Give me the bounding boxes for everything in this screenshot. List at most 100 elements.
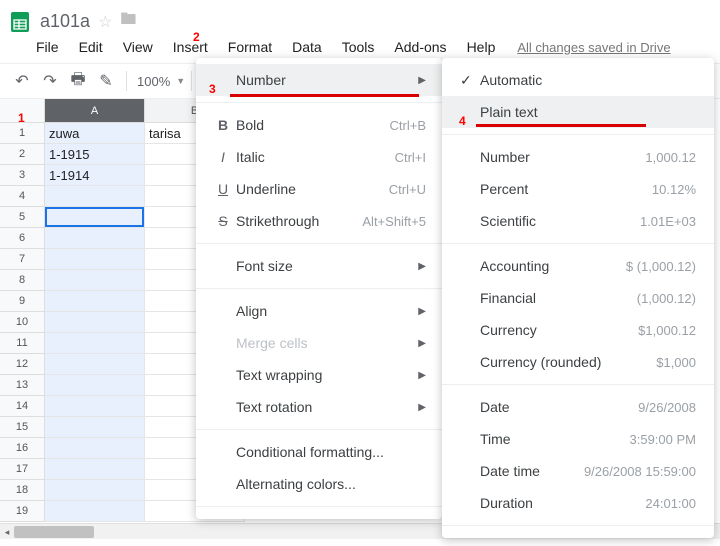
row-header[interactable]: 4 (0, 186, 45, 207)
shortcut: Ctrl+I (395, 150, 426, 165)
undo-icon[interactable]: ↶ (8, 71, 36, 91)
label: Date time (480, 463, 584, 479)
row-header[interactable]: 10 (0, 312, 45, 333)
folder-icon[interactable]: 🖿 (120, 8, 136, 35)
row-header[interactable]: 9 (0, 291, 45, 312)
numfmt-accounting[interactable]: Accounting $ (1,000.12) (442, 250, 714, 282)
annotation-1: 1 (18, 111, 25, 125)
sheets-logo-icon (8, 10, 32, 34)
row-header[interactable]: 5 (0, 207, 45, 228)
submenu-arrow-icon: ▶ (418, 338, 426, 349)
menu-format[interactable]: Format (226, 37, 274, 57)
menu-edit[interactable]: Edit (77, 37, 105, 57)
row-header[interactable]: 15 (0, 417, 45, 438)
numfmt-percent[interactable]: Percent 10.12% (442, 173, 714, 205)
row-header[interactable]: 6 (0, 228, 45, 249)
cell[interactable]: 1-1914 (45, 165, 145, 186)
example: 1.01E+03 (640, 214, 696, 229)
menu-addons[interactable]: Add-ons (392, 37, 448, 57)
cell[interactable] (45, 291, 145, 312)
shortcut: Ctrl+U (389, 182, 426, 197)
row-header[interactable]: 19 (0, 501, 45, 522)
menu-file[interactable]: File (34, 37, 61, 57)
row-header[interactable]: 2 (0, 144, 45, 165)
menu-help[interactable]: Help (465, 37, 498, 57)
shortcut: Alt+Shift+5 (362, 214, 426, 229)
doc-title[interactable]: a101a (40, 11, 90, 32)
example: $1,000.12 (638, 323, 696, 338)
chevron-down-icon: ▼ (176, 76, 185, 86)
zoom-select[interactable]: 100% ▼ (137, 74, 185, 89)
format-underline[interactable]: U Underline Ctrl+U (196, 173, 442, 205)
label: Automatic (480, 72, 696, 88)
format-conditional[interactable]: Conditional formatting... (196, 436, 442, 468)
cell[interactable] (45, 228, 145, 249)
row-header[interactable]: 11 (0, 333, 45, 354)
column-header-a[interactable]: A (45, 99, 145, 123)
annotation-line-3 (230, 94, 419, 97)
menu-tools[interactable]: Tools (340, 37, 377, 57)
row-header[interactable]: 12 (0, 354, 45, 375)
label: Duration (480, 495, 645, 511)
menu-view[interactable]: View (121, 37, 155, 57)
label: Scientific (480, 213, 640, 229)
paint-format-icon[interactable]: ✎ (92, 71, 120, 91)
cell[interactable] (45, 207, 145, 228)
cell[interactable] (45, 459, 145, 480)
print-icon[interactable]: 🖶 (64, 68, 92, 95)
cell[interactable]: 1-1915 (45, 144, 145, 165)
numfmt-financial[interactable]: Financial (1,000.12) (442, 282, 714, 314)
row-header[interactable]: 17 (0, 459, 45, 480)
format-alternating[interactable]: Alternating colors... (196, 468, 442, 500)
menu-insert[interactable]: Insert (171, 37, 210, 57)
format-rotate[interactable]: Text rotation ▶ (196, 391, 442, 423)
row-header[interactable]: 14 (0, 396, 45, 417)
cell[interactable] (45, 438, 145, 459)
numfmt-automatic[interactable]: ✓ Automatic (442, 64, 714, 96)
numfmt-datetime[interactable]: Date time 9/26/2008 15:59:00 (442, 455, 714, 487)
format-italic[interactable]: I Italic Ctrl+I (196, 141, 442, 173)
format-strikethrough[interactable]: S Strikethrough Alt+Shift+5 (196, 205, 442, 237)
scroll-left-icon[interactable]: ◂ (0, 524, 14, 540)
cell[interactable] (45, 375, 145, 396)
row-header[interactable]: 18 (0, 480, 45, 501)
cell[interactable] (45, 249, 145, 270)
example: $1,000 (656, 355, 696, 370)
label: Conditional formatting... (236, 444, 426, 460)
format-wrap[interactable]: Text wrapping ▶ (196, 359, 442, 391)
format-align[interactable]: Align ▶ (196, 295, 442, 327)
cell[interactable]: zuwa (45, 123, 145, 144)
row-header[interactable]: 16 (0, 438, 45, 459)
format-fontsize[interactable]: Font size ▶ (196, 250, 442, 282)
cell[interactable] (45, 396, 145, 417)
numfmt-currency[interactable]: Currency $1,000.12 (442, 314, 714, 346)
cell[interactable] (45, 501, 145, 522)
bold-icon: B (210, 117, 236, 133)
cell[interactable] (45, 480, 145, 501)
numfmt-number[interactable]: Number 1,000.12 (442, 141, 714, 173)
save-status[interactable]: All changes saved in Drive (517, 40, 670, 55)
format-number[interactable]: Number ▶ (196, 64, 442, 96)
cell[interactable] (45, 270, 145, 291)
numfmt-scientific[interactable]: Scientific 1.01E+03 (442, 205, 714, 237)
strike-icon: S (210, 213, 236, 229)
cell[interactable] (45, 312, 145, 333)
format-bold[interactable]: B Bold Ctrl+B (196, 109, 442, 141)
star-icon[interactable]: ☆ (98, 12, 112, 32)
redo-icon[interactable]: ↷ (36, 71, 64, 91)
numfmt-duration[interactable]: Duration 24:01:00 (442, 487, 714, 519)
numfmt-currency-rounded[interactable]: Currency (rounded) $1,000 (442, 346, 714, 378)
menu-data[interactable]: Data (290, 37, 324, 57)
row-header[interactable]: 8 (0, 270, 45, 291)
row-header[interactable]: 1 (0, 123, 45, 144)
cell[interactable] (45, 186, 145, 207)
cell[interactable] (45, 354, 145, 375)
cell[interactable] (45, 333, 145, 354)
row-header[interactable]: 7 (0, 249, 45, 270)
row-header[interactable]: 3 (0, 165, 45, 186)
cell[interactable] (45, 417, 145, 438)
row-header[interactable]: 13 (0, 375, 45, 396)
scroll-thumb[interactable] (14, 526, 94, 538)
numfmt-date[interactable]: Date 9/26/2008 (442, 391, 714, 423)
numfmt-time[interactable]: Time 3:59:00 PM (442, 423, 714, 455)
